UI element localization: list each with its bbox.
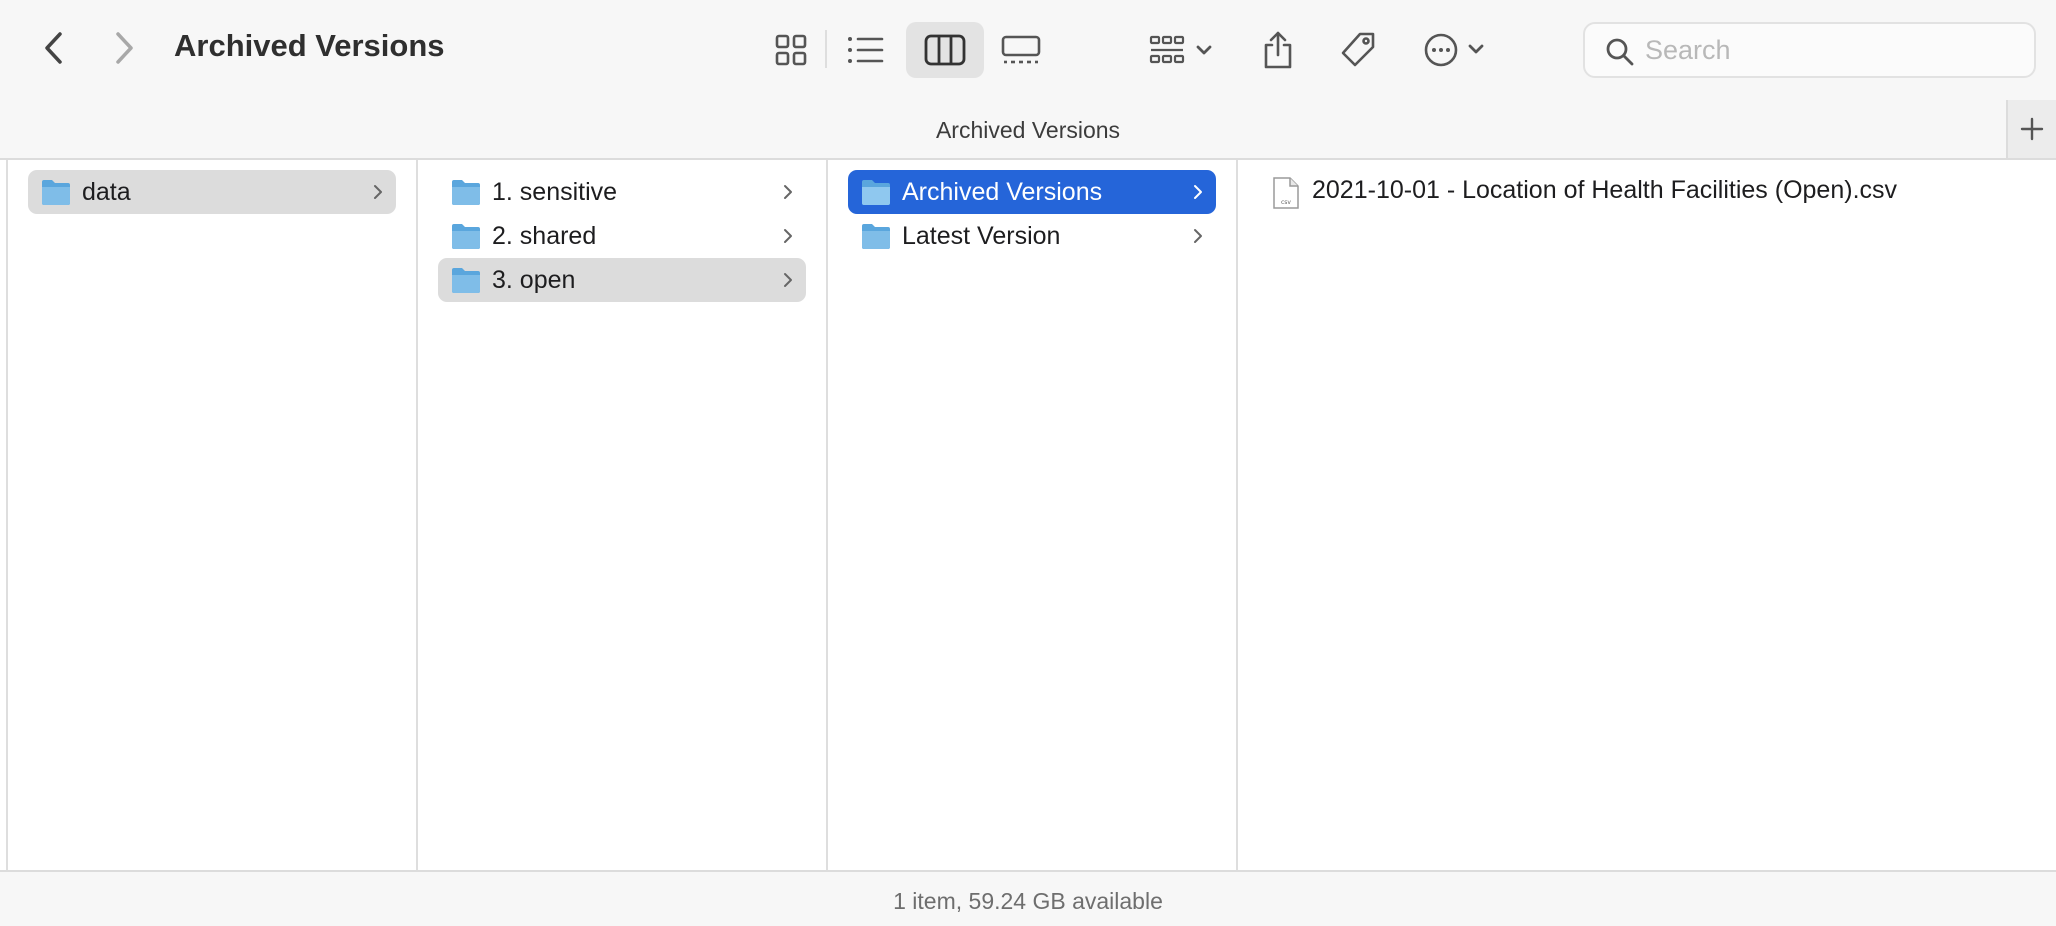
chevron-left-icon — [45, 32, 62, 64]
toolbar-separator — [825, 30, 827, 68]
chevron-right-icon — [374, 185, 382, 199]
share-icon — [1264, 31, 1292, 69]
toolbar: Archived Versions — [0, 0, 2056, 100]
file-name[interactable]: 2021-10-01 - Location of Health Faciliti… — [1312, 176, 1897, 205]
tag-icon — [1341, 32, 1375, 67]
folder-row-data[interactable]: data — [28, 170, 396, 214]
folder-icon — [862, 224, 890, 249]
chevron-right-icon — [784, 185, 792, 199]
columns-icon — [924, 34, 966, 66]
folder-row-archived-versions[interactable]: Archived Versions — [848, 170, 1216, 214]
column-2: 1. sensitive 2. shared 3. open — [418, 160, 828, 870]
back-button[interactable] — [28, 22, 80, 74]
column-browser: data 1. sensitive 2. shared 3. open Arch… — [0, 160, 2056, 870]
folder-label: 2. shared — [492, 222, 597, 250]
new-tab-button[interactable] — [2006, 100, 2056, 158]
more-actions-button[interactable] — [1418, 22, 1494, 78]
chevron-right-icon — [1194, 185, 1202, 199]
folder-icon — [452, 224, 480, 249]
search-icon — [1606, 38, 1634, 66]
column-3: Archived Versions Latest Version — [828, 160, 1238, 870]
share-button[interactable] — [1250, 22, 1306, 78]
group-icon — [1149, 35, 1212, 64]
tag-button[interactable] — [1330, 22, 1386, 78]
folder-label: Archived Versions — [902, 178, 1103, 206]
grid-icon — [775, 34, 807, 66]
column-edge — [0, 160, 8, 870]
folder-row-shared[interactable]: 2. shared — [438, 214, 806, 258]
window-title: Archived Versions — [174, 28, 445, 63]
path-bar: Archived Versions — [0, 100, 2056, 160]
plus-icon — [2020, 117, 2044, 141]
folder-row-latest-version[interactable]: Latest Version — [848, 214, 1216, 258]
folder-label: data — [82, 178, 131, 206]
folder-label: Latest Version — [902, 222, 1061, 250]
more-actions-icon — [1424, 33, 1484, 67]
chevron-right-icon — [784, 273, 792, 287]
status-bar: 1 item, 59.24 GB available — [0, 870, 2056, 926]
csv-file-icon: csv — [1273, 177, 1299, 209]
folder-icon — [42, 180, 70, 205]
status-text: 1 item, 59.24 GB available — [893, 888, 1163, 914]
chevron-right-icon — [1194, 229, 1202, 243]
chevron-right-icon — [784, 229, 792, 243]
folder-icon — [452, 180, 480, 205]
list-icon — [848, 37, 884, 63]
chevron-right-icon — [116, 32, 133, 64]
gallery-view-button[interactable] — [990, 22, 1052, 78]
search-field[interactable] — [1583, 22, 2036, 78]
folder-icon — [452, 268, 480, 293]
icon-view-button[interactable] — [760, 22, 822, 78]
file-badge: csv — [1281, 199, 1291, 206]
search-input[interactable] — [1645, 32, 2025, 68]
group-button[interactable] — [1140, 22, 1224, 78]
forward-button[interactable] — [98, 22, 150, 74]
gallery-icon — [1001, 35, 1041, 64]
folder-label: 1. sensitive — [492, 178, 618, 206]
column-view-button[interactable] — [906, 22, 984, 78]
column-1: data — [8, 160, 418, 870]
tab-title: Archived Versions — [935, 117, 1121, 143]
folder-icon — [862, 180, 890, 205]
folder-row-sensitive[interactable]: 1. sensitive — [438, 170, 806, 214]
list-view-button[interactable] — [834, 22, 896, 78]
folder-row-open[interactable]: 3. open — [438, 258, 806, 302]
folder-label: 3. open — [492, 266, 576, 294]
